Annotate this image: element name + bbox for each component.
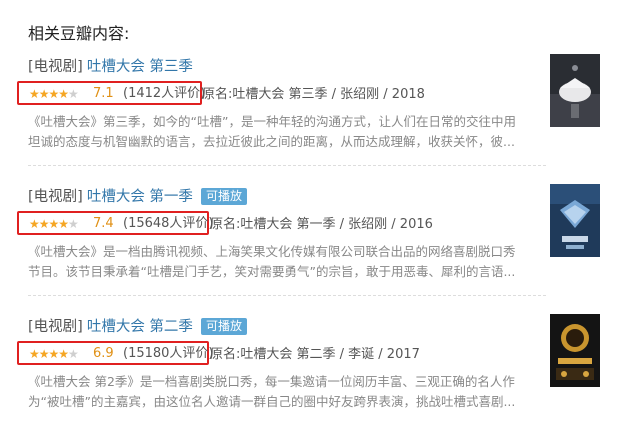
rating-stars: ★★★★★: [29, 347, 79, 361]
poster-stage[interactable]: [550, 314, 600, 387]
description-line: 《吐槽大会》是一档由腾讯视频、上海笑果文化传媒有限公司联合出品的网络喜剧脱口秀: [28, 244, 516, 259]
title-link[interactable]: 吐槽大会 第三季: [87, 59, 193, 75]
original-title-meta: 原名:吐槽大会 第三季 / 张绍刚 / 2018: [202, 87, 425, 102]
description-line: 《吐槽大会 第2季》是一档喜剧类脱口秀，每一集邀请一位阅历丰富、三观正确的名人作: [28, 374, 515, 389]
result-title-line: [电视剧] 吐槽大会 第一季 可播放: [28, 187, 247, 207]
description-line: 坦诚的态度与机智幽默的语言，去拉近彼此之间的距离，从而达成理解，收获关怀，彼..…: [28, 134, 515, 149]
rating-stars: ★★★★★: [29, 217, 79, 231]
rating-count: (15180人评价): [123, 346, 214, 361]
description: 《吐槽大会》第三季，如今的“吐槽”，是一种年轻的沟通方式，让人们在日常的交往中用…: [28, 112, 546, 152]
title-link[interactable]: 吐槽大会 第二季: [87, 319, 193, 335]
description: 《吐槽大会》是一档由腾讯视频、上海笑果文化传媒有限公司联合出品的网络喜剧脱口秀 …: [28, 242, 546, 282]
original-title-meta: 原名:吐槽大会 第一季 / 张绍刚 / 2016: [210, 217, 433, 232]
category-label: [电视剧]: [28, 319, 83, 335]
description: 《吐槽大会 第2季》是一档喜剧类脱口秀，每一集邀请一位阅历丰富、三观正确的名人作…: [28, 372, 546, 412]
rating-score: 7.4: [93, 216, 114, 231]
rating-score: 7.1: [93, 86, 114, 101]
result-title-line: [电视剧] 吐槽大会 第三季: [28, 57, 193, 77]
description-line: 为“被吐槽”的主嘉宾，由这位名人邀请一群自己的圈中好友跨界表演，挑战吐槽式喜剧.…: [28, 394, 516, 409]
category-label: [电视剧]: [28, 189, 83, 205]
poster-trophy[interactable]: [550, 184, 600, 257]
original-title-meta: 原名:吐槽大会 第二季 / 李诞 / 2017: [210, 347, 420, 362]
title-link[interactable]: 吐槽大会 第一季: [87, 189, 193, 205]
rating-stars: ★★★★★: [29, 87, 79, 101]
rating-highlight-box: ★★★★★ 6.9 (15180人评价): [17, 341, 214, 365]
result-title-line: [电视剧] 吐槽大会 第二季 可播放: [28, 317, 247, 337]
divider: [28, 295, 546, 296]
section-heading: 相关豆瓣内容:: [28, 24, 130, 43]
result-item: [电视剧] 吐槽大会 第三季 ★★★★★ 7.1 (1412人评价) 原名:吐槽大…: [17, 54, 618, 183]
result-item: [电视剧] 吐槽大会 第一季 可播放 ★★★★★ 7.4 (15648人评价) 原名…: [17, 184, 618, 313]
rating-count: (15648人评价): [123, 216, 214, 231]
description-line: 节目。该节目秉承着“吐槽是门手艺，笑对需要勇气”的宗旨，敢于用恶毒、犀利的言语.…: [28, 264, 516, 279]
rating-score: 6.9: [93, 346, 114, 361]
playable-badge[interactable]: 可播放: [200, 318, 247, 335]
result-item: [电视剧] 吐槽大会 第二季 可播放 ★★★★★ 6.9 (15180人评价) 原名…: [17, 314, 618, 443]
poster-doves[interactable]: [550, 54, 600, 127]
category-label: [电视剧]: [28, 59, 83, 75]
playable-badge[interactable]: 可播放: [200, 188, 247, 205]
rating-highlight-box: ★★★★★ 7.1 (1412人评价): [17, 81, 206, 105]
description-line: 《吐槽大会》第三季，如今的“吐槽”，是一种年轻的沟通方式，让人们在日常的交往中用: [28, 114, 516, 129]
divider: [28, 165, 546, 166]
rating-count: (1412人评价): [123, 86, 206, 101]
rating-highlight-box: ★★★★★ 7.4 (15648人评价): [17, 211, 214, 235]
